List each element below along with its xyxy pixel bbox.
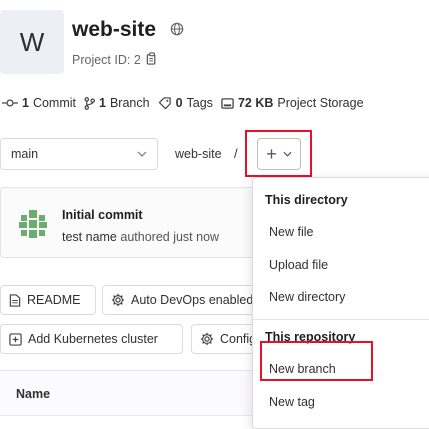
branches-label: Branch <box>109 96 150 110</box>
tag-icon <box>158 96 171 109</box>
new-directory-item[interactable]: New directory <box>269 290 345 304</box>
branches-count: 1 <box>99 96 106 110</box>
branch-icon <box>84 96 95 110</box>
highlight-new-branch <box>260 341 373 381</box>
tags-count: 0 <box>175 96 183 110</box>
upload-file-item[interactable]: Upload file <box>269 258 328 272</box>
commit-icon <box>2 99 18 107</box>
storage-label: Project Storage <box>277 96 364 110</box>
project-id: Project ID: 2 <box>72 52 158 68</box>
storage-size: 72 KB <box>237 96 274 110</box>
tags-label: Tags <box>186 96 213 110</box>
this-directory-header: This directory <box>265 193 348 207</box>
document-icon <box>9 293 21 307</box>
add-kubernetes-button[interactable]: Add Kubernetes cluster <box>0 324 183 354</box>
gear-icon <box>111 293 125 307</box>
name-column-header: Name <box>16 387 51 401</box>
readme-button[interactable]: README <box>0 285 96 315</box>
new-file-item[interactable]: New file <box>269 225 313 239</box>
user-avatar[interactable] <box>18 209 48 239</box>
auto-devops-label: Auto DevOps enabled <box>131 293 254 307</box>
readme-label: README <box>27 293 81 307</box>
branch-selector[interactable]: main <box>0 138 158 170</box>
branch-name: main <box>11 147 39 161</box>
project-stats: 1 Commit 1 Branch 0 Tags 72 KB Project S… <box>2 96 372 110</box>
branches-stat[interactable]: 1 Branch <box>84 96 150 110</box>
copy-icon[interactable] <box>146 52 158 68</box>
highlight-add-button <box>245 130 312 177</box>
commits-stat[interactable]: 1 Commit <box>2 96 76 110</box>
add-kubernetes-label: Add Kubernetes cluster <box>28 332 158 346</box>
commits-label: Commit <box>32 96 77 110</box>
project-title[interactable]: web-site <box>72 18 156 42</box>
dropdown-divider <box>253 319 429 320</box>
commit-meta: test name authored just now <box>62 230 219 244</box>
storage-stat: 72 KB Project Storage <box>221 96 364 110</box>
project-avatar[interactable]: W <box>0 10 64 74</box>
storage-icon <box>221 97 234 109</box>
tags-stat[interactable]: 0 Tags <box>158 96 213 110</box>
globe-icon <box>170 22 184 39</box>
project-id-label: Project ID: 2 <box>72 53 141 67</box>
auto-devops-button[interactable]: Auto DevOps enabled <box>102 285 262 315</box>
commit-author[interactable]: test name <box>62 230 117 244</box>
breadcrumb-separator: / <box>234 146 238 161</box>
gear-icon <box>200 332 214 346</box>
commit-title[interactable]: Initial commit <box>62 208 143 222</box>
breadcrumb-project[interactable]: web-site <box>175 147 222 161</box>
new-tag-item[interactable]: New tag <box>269 395 315 409</box>
commit-time: authored just now <box>120 230 220 244</box>
chevron-down-icon <box>137 151 147 157</box>
plus-square-icon <box>9 332 22 346</box>
commits-count: 1 <box>22 96 29 110</box>
